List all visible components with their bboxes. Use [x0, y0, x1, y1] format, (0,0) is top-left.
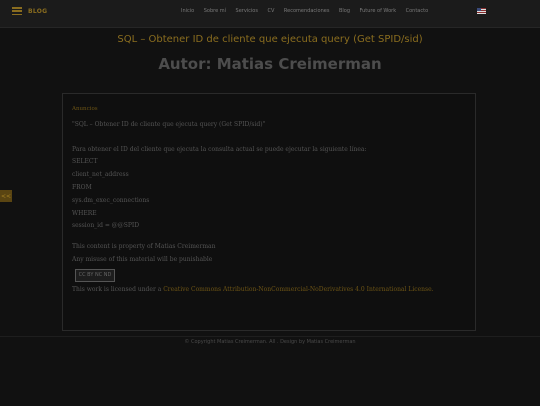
content-line: Para obtener el ID del cliente que ejecu…: [72, 145, 367, 153]
nav-item-contacto[interactable]: Contacto: [406, 8, 429, 14]
license-link[interactable]: Creative Commons Attribution-NonCommerci…: [163, 286, 433, 293]
us-flag-icon[interactable]: [477, 8, 486, 14]
chevron-left-icon: <<: [0, 192, 12, 200]
cc-license-badge[interactable]: CC BY NC ND: [75, 268, 115, 282]
nav-item-cv[interactable]: CV: [267, 8, 274, 14]
misuse-notice: Any misuse of this material will be puni…: [72, 255, 213, 263]
main-nav: Inicio Sobre mí Servicios CV Recomendaci…: [181, 8, 438, 14]
nav-item-sobre-mi[interactable]: Sobre mí: [204, 8, 226, 14]
section-label: Anuncios: [72, 106, 98, 112]
side-toggle-tab[interactable]: <<: [0, 190, 12, 202]
code-line: session_id = @@SPID: [72, 222, 140, 230]
code-line: SELECT: [72, 158, 98, 166]
license-prefix: This work is licensed under a: [72, 285, 164, 293]
nav-item-servicios[interactable]: Servicios: [236, 8, 258, 14]
code-line: WHERE: [72, 209, 97, 217]
code-line: FROM: [72, 183, 92, 191]
author-heading: Autor: Matias Creimerman: [158, 55, 382, 73]
footer: [0, 336, 540, 406]
footer-copyright: © Copyright Matias Creimerman. All . Des…: [184, 339, 356, 345]
brand-label[interactable]: BLOG: [28, 8, 47, 15]
nav-item-inicio[interactable]: Inicio: [181, 8, 194, 14]
brand-menu[interactable]: BLOG: [12, 7, 47, 15]
nav-item-recomendaciones[interactable]: Recomendaciones: [284, 8, 330, 14]
post-title: SQL – Obtener ID de cliente que ejecuta …: [117, 34, 423, 45]
code-line: client_net_address: [72, 171, 129, 179]
hamburger-icon[interactable]: [12, 7, 22, 15]
nav-item-future-of-work[interactable]: Future of Work: [360, 8, 397, 14]
code-line: sys.dm_exec_connections: [72, 196, 150, 204]
license-text: This work is licensed under a Creative C…: [72, 284, 467, 297]
property-notice: This content is property of Matias Creim…: [72, 243, 216, 251]
content-line: "SQL – Obtener ID de cliente que ejecuta…: [72, 120, 266, 128]
post-content-card: Anuncios "SQL – Obtener ID de cliente qu…: [62, 93, 476, 331]
nav-item-blog[interactable]: Blog: [339, 8, 350, 14]
top-navbar: BLOG Inicio Sobre mí Servicios CV Recome…: [0, 0, 540, 28]
